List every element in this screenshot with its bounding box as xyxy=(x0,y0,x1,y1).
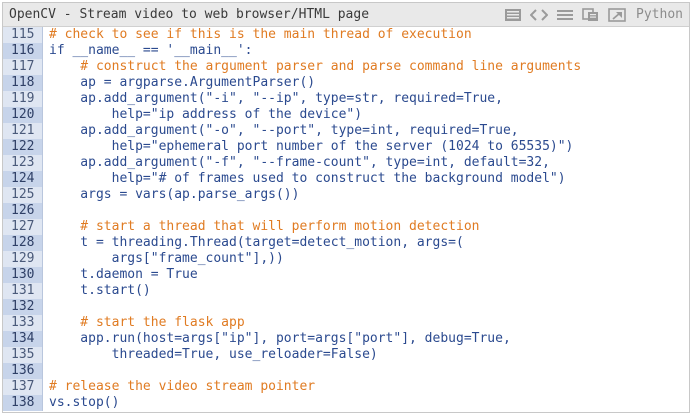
code-text: args = vars(ap.parse_args()) xyxy=(49,187,300,202)
open-new-window-icon[interactable] xyxy=(606,6,628,24)
code-text: help="# of frames used to construct the … xyxy=(49,171,566,186)
title-bar: OpenCV - Stream video to web browser/HTM… xyxy=(3,3,689,27)
line-number: 131 xyxy=(3,283,43,299)
code-line: 116 if __name__ == '__main__': xyxy=(3,43,689,59)
code-listing: 115 # check to see if this is the main th… xyxy=(3,27,689,411)
code-text: help="ephemeral port number of the serve… xyxy=(49,139,574,154)
line-number: 126 xyxy=(3,203,43,219)
line-number: 137 xyxy=(3,379,43,395)
wrap-lines-icon[interactable] xyxy=(554,6,576,24)
code-line: 129 args["frame_count"],)) xyxy=(3,251,689,267)
code-snippet-window: OpenCV - Stream video to web browser/HTM… xyxy=(2,2,690,413)
code-line: 137 # release the video stream pointer xyxy=(3,379,689,395)
code-text: t = threading.Thread(target=detect_motio… xyxy=(49,235,464,250)
line-number: 120 xyxy=(3,107,43,123)
line-number: 133 xyxy=(3,315,43,331)
line-number: 132 xyxy=(3,299,43,315)
line-number: 128 xyxy=(3,235,43,251)
line-number: 118 xyxy=(3,75,43,91)
code-line: 128 t = threading.Thread(target=detect_m… xyxy=(3,235,689,251)
line-number: 122 xyxy=(3,139,43,155)
code-text: args["frame_count"],)) xyxy=(49,251,284,266)
code-text: ap.add_argument("-o", "--port", type=int… xyxy=(49,123,519,138)
code-comment: # construct the argument parser and pars… xyxy=(49,59,582,74)
line-number: 123 xyxy=(3,155,43,171)
line-number: 134 xyxy=(3,331,43,347)
code-line: 126 xyxy=(3,203,689,219)
code-line: 134 app.run(host=args["ip"], port=args["… xyxy=(3,331,689,347)
line-number: 130 xyxy=(3,267,43,283)
snippet-toolbar: Python xyxy=(502,6,689,24)
code-comment: # release the video stream pointer xyxy=(49,379,316,394)
code-line: 115 # check to see if this is the main th… xyxy=(3,27,689,43)
code-comment: # start a thread that will perform motio… xyxy=(49,219,480,234)
line-number: 124 xyxy=(3,171,43,187)
code-line: 131 t.start() xyxy=(3,283,689,299)
line-number: 129 xyxy=(3,251,43,267)
code-line: 133 # start the flask app xyxy=(3,315,689,331)
code-text: ap.add_argument("-f", "--frame-count", t… xyxy=(49,155,550,170)
code-line: 118 ap = argparse.ArgumentParser() xyxy=(3,75,689,91)
code-line: 130 t.daemon = True xyxy=(3,267,689,283)
code-line: 123 ap.add_argument("-f", "--frame-count… xyxy=(3,155,689,171)
line-number: 116 xyxy=(3,43,43,59)
code-line: 127 # start a thread that will perform m… xyxy=(3,219,689,235)
copy-icon[interactable] xyxy=(580,6,602,24)
code-line: 136 xyxy=(3,363,689,379)
code-text: if __name__ == '__main__': xyxy=(49,43,253,58)
line-number: 138 xyxy=(3,395,43,411)
line-number: 136 xyxy=(3,363,43,379)
code-line: 124 help="# of frames used to construct … xyxy=(3,171,689,187)
code-text: ap = argparse.ArgumentParser() xyxy=(49,75,316,90)
line-number: 135 xyxy=(3,347,43,363)
line-number: 115 xyxy=(3,27,43,43)
code-line: 122 help="ephemeral port number of the s… xyxy=(3,139,689,155)
code-text: threaded=True, use_reloader=False) xyxy=(49,347,378,362)
line-number: 117 xyxy=(3,59,43,75)
code-line: 121 ap.add_argument("-o", "--port", type… xyxy=(3,123,689,139)
code-line: 125 args = vars(ap.parse_args()) xyxy=(3,187,689,203)
snippet-title: OpenCV - Stream video to web browser/HTM… xyxy=(9,7,370,22)
code-brackets-icon[interactable] xyxy=(528,6,550,24)
line-number: 119 xyxy=(3,91,43,107)
code-text: t.daemon = True xyxy=(49,267,198,282)
code-text: help="ip address of the device") xyxy=(49,107,363,122)
code-text: vs.stop() xyxy=(49,395,120,410)
code-line: 117 # construct the argument parser and … xyxy=(3,59,689,75)
code-line: 135 threaded=True, use_reloader=False) xyxy=(3,347,689,363)
view-source-icon[interactable] xyxy=(502,6,524,24)
line-number: 125 xyxy=(3,187,43,203)
code-line: 138 vs.stop() xyxy=(3,395,689,411)
language-label: Python xyxy=(636,7,683,22)
code-text: t.start() xyxy=(49,283,151,298)
code-comment: # check to see if this is the main threa… xyxy=(49,27,472,42)
code-text: app.run(host=args["ip"], port=args["port… xyxy=(49,331,511,346)
line-number: 127 xyxy=(3,219,43,235)
line-number: 121 xyxy=(3,123,43,139)
code-line: 119 ap.add_argument("-i", "--ip", type=s… xyxy=(3,91,689,107)
code-line: 120 help="ip address of the device") xyxy=(3,107,689,123)
code-comment: # start the flask app xyxy=(49,315,245,330)
code-text: ap.add_argument("-i", "--ip", type=str, … xyxy=(49,91,503,106)
code-line: 132 xyxy=(3,299,689,315)
